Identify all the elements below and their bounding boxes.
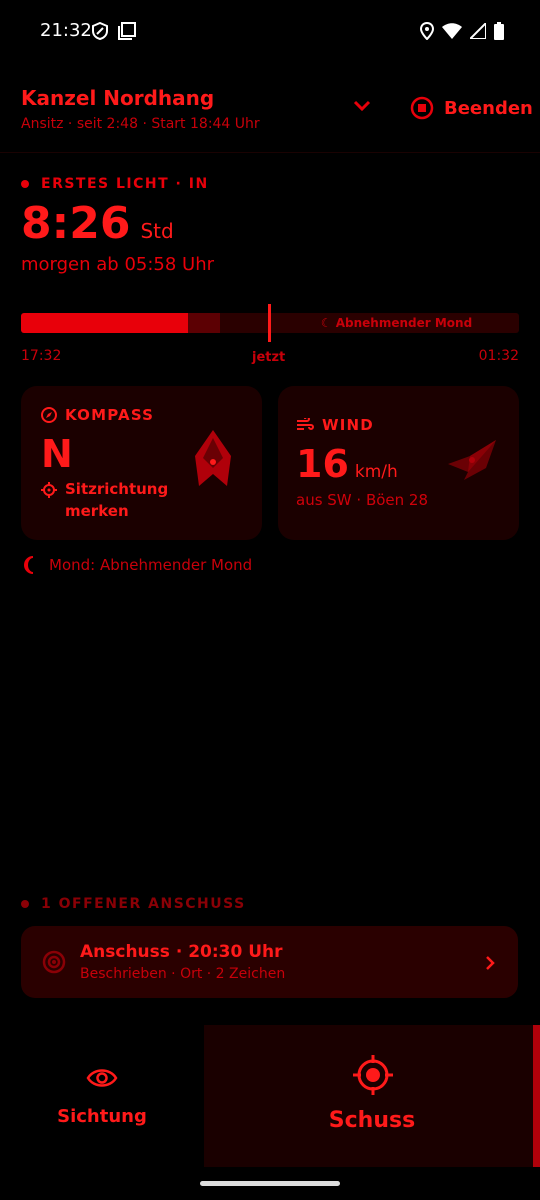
status-left-icons (92, 22, 136, 40)
wind-card[interactable]: WIND 16 km/h aus SW · Böen 28 (278, 386, 519, 540)
wind-label: WIND (296, 416, 374, 434)
sichtung-button[interactable] (0, 1025, 204, 1167)
shield-icon (92, 22, 108, 40)
timeline-dusk-segment (187, 313, 221, 333)
wind-detail: aus SW · Böen 28 (296, 491, 428, 509)
first-light-countdown: 8:26 Std (21, 198, 174, 249)
first-light-label-text: ERSTES LICHT · IN (41, 176, 209, 192)
moon-band: ☾ Abnehmender Mond (320, 316, 473, 330)
compass-needle-icon (195, 430, 231, 486)
stop-icon (410, 96, 434, 120)
schuss-button[interactable] (204, 1025, 540, 1167)
status-time: 21:32 (40, 20, 92, 41)
compass-direction: N (41, 432, 73, 476)
first-light-label: ERSTES LICHT · IN (21, 176, 209, 192)
moon-icon (24, 556, 34, 574)
seat-direction-line1: Sitzrichtung (65, 480, 169, 498)
eye-icon (86, 1069, 118, 1087)
timeline-progress (21, 313, 188, 333)
schuss-label: Schuss (328, 1108, 416, 1133)
target-icon (41, 482, 57, 498)
status-right-icons (420, 22, 504, 40)
open-anschuss-label-text: 1 OFFENER ANSCHUSS (41, 896, 246, 912)
seat-direction-line2: merken (65, 502, 129, 520)
wind-direction-icon (448, 440, 496, 480)
end-session-label: Beenden (444, 97, 533, 119)
wind-speed-value: 16 (296, 442, 349, 486)
battery-icon (494, 22, 504, 40)
location-icon (420, 22, 434, 40)
now-marker (268, 304, 271, 342)
header-divider (0, 152, 540, 153)
wifi-icon (442, 23, 462, 39)
chevron-right-icon (486, 956, 495, 970)
countdown-unit: Std (140, 219, 174, 243)
moon-info: Mond: Abnehmender Mond (21, 556, 252, 574)
anschuss-target-icon (42, 950, 66, 974)
chevron-down-icon (353, 100, 371, 112)
compass-card[interactable]: KOMPASS N Sitzrichtung merken (21, 386, 262, 540)
screen-icon (118, 22, 136, 40)
session-subtitle: Ansitz · seit 2:48 · Start 18:44 Uhr (21, 116, 260, 132)
end-session-button[interactable]: Beenden (410, 96, 533, 120)
countdown-value: 8:26 (21, 198, 131, 249)
location-title: Kanzel Nordhang (21, 86, 215, 110)
home-indicator (200, 1181, 340, 1186)
sichtung-label: Sichtung (57, 1106, 147, 1127)
wind-speed: 16 km/h (296, 442, 398, 486)
anschuss-title: Anschuss · 20:30 Uhr (80, 942, 283, 962)
status-dot (21, 180, 29, 188)
compass-label: KOMPASS (41, 406, 154, 424)
wind-label-text: WIND (322, 416, 374, 434)
compass-label-text: KOMPASS (65, 406, 155, 424)
first-light-note: morgen ab 05:58 Uhr (21, 254, 215, 275)
expand-button[interactable] (352, 98, 372, 117)
open-anschuss-label: 1 OFFENER ANSCHUSS (21, 896, 246, 912)
timeline-start: 17:32 (21, 348, 62, 364)
schuss-edge (533, 1025, 540, 1167)
anschuss-dot (21, 900, 29, 908)
anschuss-subtitle: Beschrieben · Ort · 2 Zeichen (80, 966, 286, 982)
moon-text: Mond: Abnehmender Mond (49, 556, 253, 574)
timeline-now-label: jetzt (252, 350, 286, 365)
compass-icon (41, 407, 57, 423)
timeline-end: 01:32 (478, 348, 519, 364)
crosshair-icon (353, 1055, 393, 1095)
anschuss-card[interactable] (21, 926, 518, 998)
signal-icon (470, 23, 486, 39)
wind-icon (297, 418, 314, 430)
wind-speed-unit: km/h (354, 462, 398, 482)
set-seat-direction-button[interactable]: Sitzrichtung merken (41, 480, 168, 520)
